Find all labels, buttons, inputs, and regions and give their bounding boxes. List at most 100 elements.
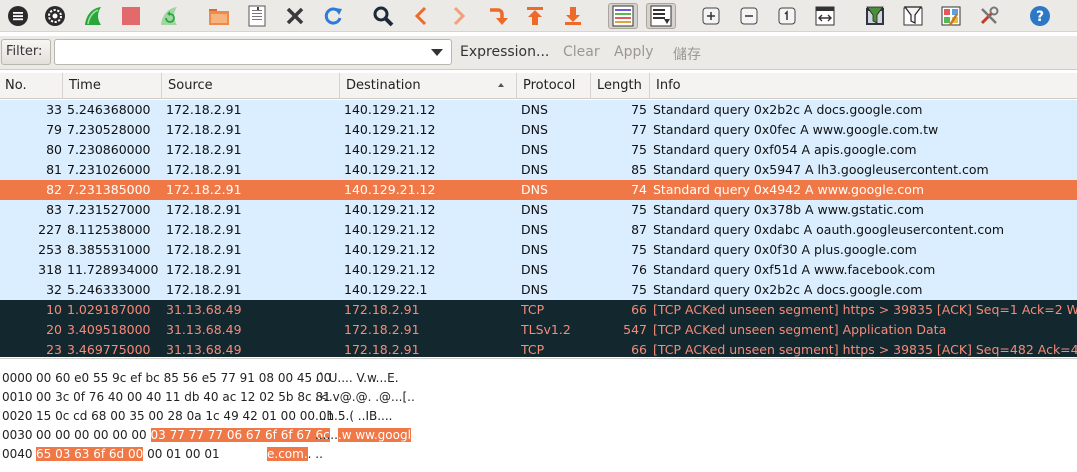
preferences-icon[interactable] xyxy=(976,3,1002,29)
hex-bytes[interactable]: 00 00 00 00 00 00 03 77 77 77 06 67 6f 6… xyxy=(36,426,330,444)
packet-list[interactable]: 33 5.246368000 172.18.2.91 140.129.21.12 DNS… xyxy=(0,100,1077,357)
hex-offset: 0040 xyxy=(2,447,33,461)
packet-src: 172.18.2.91 xyxy=(166,102,242,117)
apply-button[interactable]: Apply xyxy=(614,44,654,60)
packet-proto: DNS xyxy=(521,222,548,237)
colorize-icon[interactable] xyxy=(608,3,638,29)
column-info[interactable]: Info xyxy=(651,73,1077,99)
packet-no: 23 xyxy=(46,342,62,357)
packet-no: 32 xyxy=(46,282,62,297)
packet-info: [TCP ACKed unseen segment] https > 39835… xyxy=(653,342,1077,357)
column-destination[interactable]: Destination xyxy=(341,73,517,99)
hex-line: 0010 00 3c 0f 76 40 00 40 11 db 40 ac 12 … xyxy=(2,388,1072,406)
column-time[interactable]: Time xyxy=(64,73,162,99)
packet-len: 75 xyxy=(631,202,647,217)
packet-no: 80 xyxy=(46,142,62,157)
column-source[interactable]: Source xyxy=(163,73,340,99)
reload-icon[interactable] xyxy=(320,3,346,29)
hex-line: 0020 15 0c cd 68 00 35 00 28 0a 1c 49 42 … xyxy=(2,407,1072,425)
hex-ascii[interactable]: e.com.. .. xyxy=(267,445,323,463)
hex-ascii[interactable]: ...h.5.( ..IB.... xyxy=(315,407,392,425)
display-filters-icon[interactable] xyxy=(900,3,926,29)
packet-time: 3.469775000 xyxy=(67,342,151,357)
packet-time: 7.230860000 xyxy=(67,142,151,157)
options-icon[interactable] xyxy=(42,3,68,29)
packet-row[interactable]: 79 7.230528000 172.18.2.91 140.129.21.12 DNS… xyxy=(0,120,1077,140)
zoom-in-icon[interactable] xyxy=(698,3,724,29)
filter-button[interactable]: Filter: xyxy=(1,39,51,65)
packet-row[interactable]: 227 8.112538000 172.18.2.91 140.129.21.12 DN… xyxy=(0,220,1077,240)
hex-bytes-text: 00 01 00 01 xyxy=(143,447,220,461)
help-icon[interactable]: ? xyxy=(1027,3,1053,29)
zoom-out-icon[interactable] xyxy=(736,3,762,29)
hex-ascii[interactable]: .<.v@.@. .@...[.. xyxy=(315,388,415,406)
packet-bytes-pane[interactable]: 0000 00 60 e0 55 9c ef bc 85 56 e5 77 91 … xyxy=(0,358,1077,472)
filter-field[interactable] xyxy=(54,39,452,65)
forward-icon[interactable] xyxy=(446,3,472,29)
stop-capture-icon[interactable] xyxy=(118,3,144,29)
packet-info: [TCP ACKed unseen segment] Application D… xyxy=(653,322,947,337)
packet-time: 5.246333000 xyxy=(67,282,151,297)
packet-row[interactable]: 318 11.728934000 172.18.2.91 140.129.21.12 D… xyxy=(0,260,1077,280)
save-file-icon[interactable] xyxy=(244,3,270,29)
packet-dst: 140.129.21.12 xyxy=(344,202,436,217)
start-capture-icon[interactable] xyxy=(80,3,106,29)
coloring-rules-icon[interactable] xyxy=(938,3,964,29)
packet-src: 172.18.2.91 xyxy=(166,162,242,177)
packet-no: 20 xyxy=(46,322,62,337)
interfaces-icon[interactable] xyxy=(5,3,31,29)
back-icon[interactable] xyxy=(408,3,434,29)
packet-row[interactable]: 83 7.231527000 172.18.2.91 140.129.21.12 DNS… xyxy=(0,200,1077,220)
open-file-icon[interactable] xyxy=(206,3,232,29)
svg-text:?: ? xyxy=(1036,9,1044,25)
resize-columns-icon[interactable] xyxy=(812,3,838,29)
packet-info: Standard query 0xf054 A apis.google.com xyxy=(653,142,917,157)
filter-input[interactable] xyxy=(59,41,419,63)
first-packet-icon[interactable] xyxy=(522,3,548,29)
hex-bytes[interactable]: 00 60 e0 55 9c ef bc 85 56 e5 77 91 08 0… xyxy=(36,369,331,387)
hex-bytes[interactable]: 15 0c cd 68 00 35 00 28 0a 1c 49 42 01 0… xyxy=(36,407,334,425)
hex-ascii[interactable]: .......w ww.googl xyxy=(315,426,411,444)
hex-ascii-text: . .. xyxy=(307,447,323,461)
hex-bytes[interactable]: 00 3c 0f 76 40 00 40 11 db 40 ac 12 02 5… xyxy=(36,388,331,406)
packet-row[interactable]: 80 7.230860000 172.18.2.91 140.129.21.12 DNS… xyxy=(0,140,1077,160)
expression-button[interactable]: Expression... xyxy=(460,44,549,60)
hex-offset: 0000 xyxy=(2,371,33,385)
packet-row[interactable]: 81 7.231026000 172.18.2.91 140.129.21.12 DNS… xyxy=(0,160,1077,180)
restart-capture-icon[interactable] xyxy=(156,3,182,29)
packet-src: 172.18.2.91 xyxy=(166,142,242,157)
hex-ascii-selected: e.com. xyxy=(267,447,308,461)
packet-row[interactable]: 32 5.246333000 172.18.2.91 140.129.22.1 DNS 7… xyxy=(0,280,1077,300)
clear-button[interactable]: Clear xyxy=(563,44,600,60)
packet-len: 75 xyxy=(631,102,647,117)
packet-dst: 140.129.21.12 xyxy=(344,162,436,177)
packet-proto: DNS xyxy=(521,162,548,177)
packet-row[interactable]: 82 7.231385000 172.18.2.91 140.129.21.12 DNS… xyxy=(0,180,1077,200)
packet-dst: 140.129.21.12 xyxy=(344,242,436,257)
packet-row[interactable]: 20 3.409518000 31.13.68.49 172.18.2.91 TLSv1… xyxy=(0,320,1077,340)
column-protocol[interactable]: Protocol xyxy=(518,73,591,99)
packet-dst: 140.129.21.12 xyxy=(344,262,436,277)
hex-line: 0040 65 03 63 6f 6d 00 00 01 00 01 e.com..… xyxy=(2,445,1072,463)
packet-row[interactable]: 253 8.385531000 172.18.2.91 140.129.21.12 DN… xyxy=(0,240,1077,260)
packet-row[interactable]: 33 5.246368000 172.18.2.91 140.129.21.12 DNS… xyxy=(0,100,1077,120)
normal-size-icon[interactable] xyxy=(774,3,800,29)
packet-row[interactable]: 23 3.469775000 31.13.68.49 172.18.2.91 TCP 66… xyxy=(0,340,1077,357)
packet-info: Standard query 0xf51d A www.facebook.com xyxy=(653,262,936,277)
chevron-down-icon[interactable] xyxy=(431,49,443,56)
capture-filters-icon[interactable] xyxy=(862,3,888,29)
find-icon[interactable] xyxy=(370,3,396,29)
close-file-icon[interactable] xyxy=(282,3,308,29)
last-packet-icon[interactable] xyxy=(560,3,586,29)
hex-bytes[interactable]: 65 03 63 6f 6d 00 00 01 00 01 xyxy=(36,445,220,463)
column-no[interactable]: No. xyxy=(0,73,63,99)
hex-bytes-text: 15 0c cd 68 00 35 00 28 0a 1c 49 42 01 0… xyxy=(36,409,335,423)
hex-ascii[interactable]: .`.U.... V.w...E. xyxy=(315,369,399,387)
auto-scroll-icon[interactable] xyxy=(646,3,676,29)
save-button[interactable]: 儲存 xyxy=(673,44,701,64)
packet-row[interactable]: 10 1.029187000 31.13.68.49 172.18.2.91 TCP 66… xyxy=(0,300,1077,320)
column-length[interactable]: Length xyxy=(592,73,650,99)
packet-info: Standard query 0x2b2c A docs.google.com xyxy=(653,102,923,117)
packet-src: 172.18.2.91 xyxy=(166,122,242,137)
go-to-packet-icon[interactable] xyxy=(484,3,510,29)
